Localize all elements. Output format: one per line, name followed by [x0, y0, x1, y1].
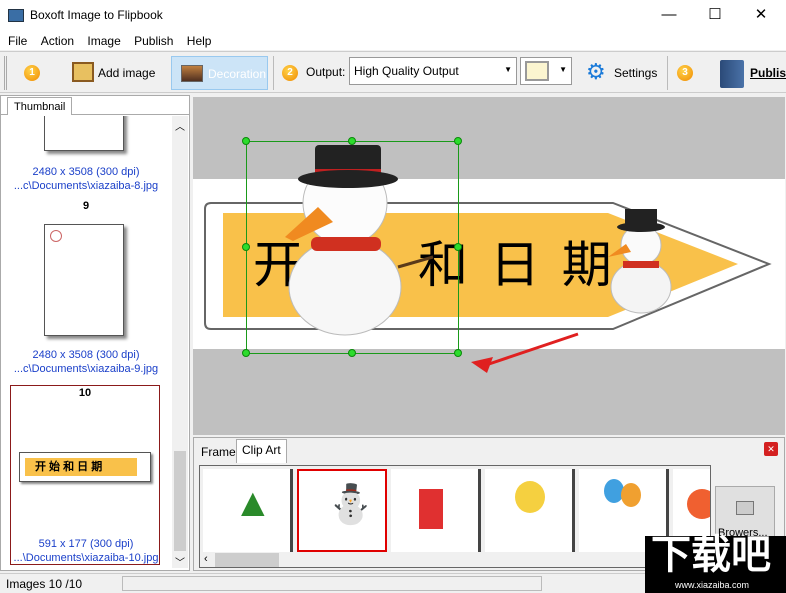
thumbnail-list: 2480 x 3508 (300 dpi) ...c\Documents\xia… [1, 116, 171, 570]
scroll-up-icon[interactable]: ︿ [175, 118, 185, 133]
page-canvas[interactable]: 开 和 日 期 [193, 97, 785, 435]
tab-thumbnail[interactable]: Thumbnail [7, 97, 73, 115]
clipart-christmas-tree[interactable]: ▲ [203, 469, 293, 552]
settings-label: Settings [614, 66, 658, 80]
thumbnail-path: ...c\Documents\xiazaiba-9.jpg [13, 363, 159, 375]
status-text: Images 10 /10 [6, 577, 83, 591]
thumbnail-size: 2480 x 3508 (300 dpi) [32, 166, 140, 178]
decoration-button[interactable]: Decoration [171, 56, 268, 90]
thumbnail-number: 10 [78, 387, 92, 399]
scroll-thumb[interactable] [174, 451, 186, 551]
template-color-select[interactable]: ▼ [520, 57, 572, 85]
thumbnail-path: ...c\Documents\xiazaiba-8.jpg [13, 180, 159, 192]
tab-clip-art[interactable]: Clip Art [236, 439, 287, 463]
scroll-left-icon[interactable]: ‹ [204, 553, 208, 565]
menu-image[interactable]: Image [87, 34, 120, 48]
watermark-logo: 下载吧 www.xiazaiba.com [645, 533, 786, 593]
add-image-label: Add image [98, 66, 156, 80]
resize-handle[interactable] [242, 243, 250, 251]
menu-file[interactable]: File [8, 34, 27, 48]
close-button[interactable]: ✕ [738, 0, 784, 32]
clipart-gallery: ▲ ⛄ ‹ [199, 465, 711, 568]
thumbnail-item-selected[interactable]: 10 开 始 和 日 期 591 x 177 (300 dpi) ...\Doc… [10, 385, 160, 565]
annotation-arrow [488, 332, 579, 366]
menu-action[interactable]: Action [41, 34, 74, 48]
thumbnail-size: 2480 x 3508 (300 dpi) [32, 349, 140, 361]
add-folder-icon [736, 501, 754, 515]
output-value: High Quality Output [354, 64, 459, 78]
thumbnail-item[interactable]: 2480 x 3508 (300 dpi) ...c\Documents\xia… [1, 216, 171, 384]
scroll-down-icon[interactable]: ﹀ [175, 554, 185, 569]
clipart-snowman[interactable]: ⛄ [297, 469, 387, 552]
thumbnail-scrollbar[interactable]: ︿ ﹀ [172, 116, 188, 569]
banner-thumbnail: 开 始 和 日 期 [19, 452, 151, 482]
toolbar-grip [4, 56, 7, 90]
resize-handle[interactable] [348, 137, 356, 145]
step-2-badge: 2 [282, 65, 298, 81]
clipart-chick-cloud[interactable] [485, 469, 575, 552]
scroll-thumb[interactable] [215, 553, 279, 567]
selection-box[interactable] [242, 137, 462, 357]
toolbar-separator [667, 56, 668, 90]
banner-thumb-text: 开 始 和 日 期 [25, 458, 137, 476]
chevron-down-icon: ▼ [559, 65, 567, 74]
resize-handle[interactable] [454, 349, 462, 357]
color-swatch [525, 61, 549, 81]
toolbar: 1 Add image Decoration 2 Output: High Qu… [0, 51, 786, 93]
thumbnail-number: 9 [82, 200, 90, 212]
thumbnail-item[interactable]: 2480 x 3508 (300 dpi) ...c\Documents\xia… [1, 116, 171, 216]
resize-handle[interactable] [242, 349, 250, 357]
menu-help[interactable]: Help [187, 34, 212, 48]
gallery-scrollbar[interactable]: ‹ [200, 552, 710, 567]
window-title: Boxoft Image to Flipbook [30, 8, 163, 22]
menu-publish[interactable]: Publish [134, 34, 173, 48]
output-label: Output: [306, 65, 346, 79]
publish-button[interactable]: Publish [718, 58, 786, 88]
resize-handle[interactable] [454, 137, 462, 145]
thumbnail-size: 591 x 177 (300 dpi) [38, 538, 134, 550]
decoration-icon [181, 65, 203, 82]
close-panel-button[interactable]: ✕ [764, 442, 778, 456]
step-1-badge: 1 [24, 65, 40, 81]
step-3-badge: 3 [677, 65, 693, 81]
progress-bar [122, 576, 542, 591]
minimize-button[interactable]: — [646, 0, 692, 32]
clipart-happy-balloons[interactable] [391, 469, 481, 552]
decoration-label: Decoration [208, 67, 267, 81]
add-image-button[interactable]: Add image [70, 58, 160, 88]
app-icon [8, 9, 24, 22]
resize-handle[interactable] [454, 243, 462, 251]
settings-button[interactable]: ⚙ Settings [584, 58, 660, 88]
maximize-button[interactable]: ☐ [692, 0, 738, 32]
gear-icon: ⚙ [586, 59, 606, 84]
title-bar: Boxoft Image to Flipbook — ☐ ✕ [0, 0, 786, 32]
thumbnail-path: ...\Documents\xiazaiba-10.jpg [13, 552, 159, 564]
chevron-down-icon: ▼ [504, 65, 512, 74]
publish-label: Publish [750, 66, 786, 80]
resize-handle[interactable] [348, 349, 356, 357]
book-icon [720, 60, 744, 88]
thumbnail-panel: Thumbnail 2480 x 3508 (300 dpi) ...c\Doc… [0, 95, 190, 571]
menu-bar: File Action Image Publish Help [0, 32, 786, 50]
resize-handle[interactable] [242, 137, 250, 145]
add-image-icon [72, 62, 94, 82]
output-select[interactable]: High Quality Output ▼ [349, 57, 517, 85]
tab-frame[interactable]: Frame [196, 442, 241, 462]
toolbar-separator [273, 56, 274, 90]
